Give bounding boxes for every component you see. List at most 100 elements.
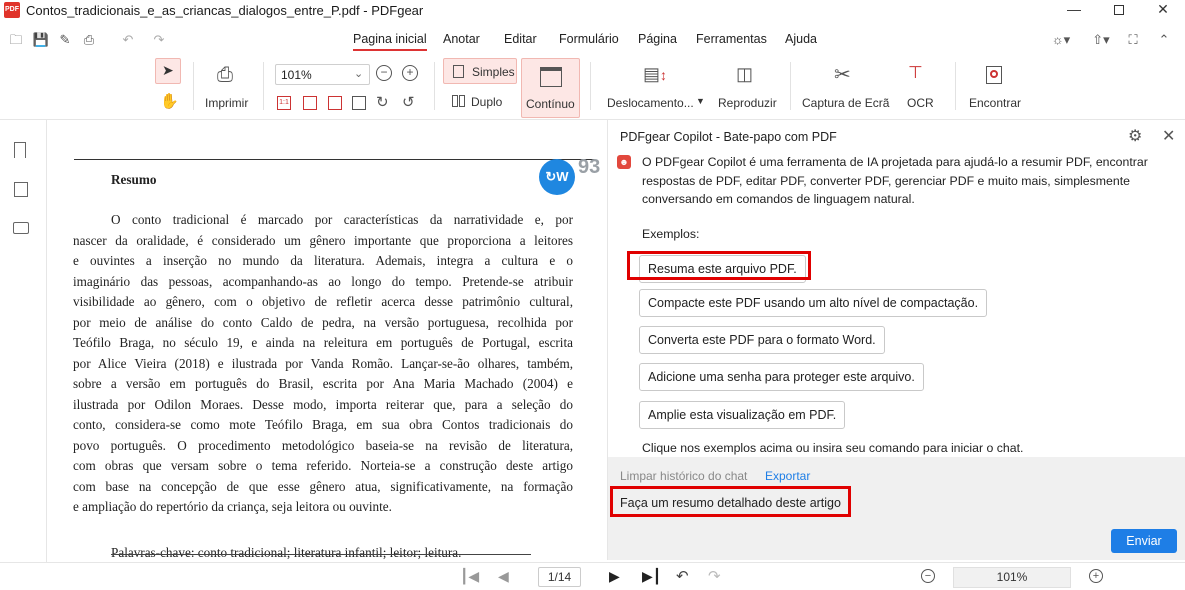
menu-pagina[interactable]: Página [638, 32, 677, 46]
double-page-icon [452, 95, 458, 107]
simple-view-button[interactable]: Simples [443, 58, 517, 84]
page-input[interactable]: 1/14 [538, 567, 581, 587]
menu-pagina-inicial[interactable]: Pagina inicial [353, 32, 427, 51]
close-window-button[interactable]: ✕ [1141, 0, 1185, 20]
capture-label: Captura de Ecrã [802, 96, 890, 110]
select-tool-button[interactable]: ➤ [155, 58, 181, 84]
zoom-value: 101% [281, 68, 312, 82]
doc-line: povo português. O procedimento metodológ… [73, 437, 573, 453]
doc-line: por Alice Vieira (2018) e ilustrada por … [73, 355, 573, 371]
minimize-icon: — [1067, 1, 1081, 17]
toolbar-divider [263, 62, 264, 110]
copilot-settings-icon[interactable]: ⚙ [1128, 126, 1142, 146]
copilot-intro: O PDFgear Copilot é uma ferramenta de IA… [642, 155, 1148, 206]
continuous-page-icon [540, 67, 562, 87]
share-icon[interactable]: ⇧▾ [1089, 32, 1113, 48]
shift-dropdown-button[interactable]: ▤↕ Deslocamento... ▼ [603, 62, 707, 112]
continuous-view-button[interactable]: Contínuo [521, 58, 580, 118]
capture-button[interactable]: ✂ Captura de Ecrã [800, 62, 892, 112]
close-icon: ✕ [1157, 1, 1169, 17]
doc-line: e ouvintes a inserção no mundo da litera… [73, 253, 573, 268]
go-forward-icon[interactable]: ↷ [708, 567, 721, 585]
maximize-icon [1114, 5, 1124, 15]
toolbar-divider [790, 62, 791, 110]
redo-icon[interactable]: ↷ [150, 32, 168, 48]
zoom-select[interactable]: 101% ⌄ [275, 64, 370, 85]
minimize-button[interactable]: — [1052, 0, 1096, 20]
example-button-convert[interactable]: Converta este PDF para o formato Word. [639, 326, 885, 354]
last-page-icon[interactable]: ▶┃ [642, 568, 661, 585]
fit-visible-icon[interactable] [352, 96, 366, 110]
toolbar-divider [590, 62, 591, 110]
doc-line: O conto tradicional é marcado por caract… [111, 212, 573, 227]
double-view-button[interactable]: Duplo [449, 92, 517, 112]
left-sidebar: ⌄ [0, 120, 47, 590]
fit-page-icon[interactable] [303, 96, 317, 110]
doc-line: ilustrada por Odilon Moraes. Desse modo,… [73, 396, 573, 412]
theme-icon[interactable]: ☼▾ [1047, 32, 1075, 48]
window-title: Contos_tradicionais_e_as_criancas_dialog… [26, 3, 424, 18]
menu-editar[interactable]: Editar [504, 32, 537, 46]
doc-line: com obras que versam sobre o tema referi… [73, 458, 573, 473]
previous-page-icon[interactable]: ◀ [498, 568, 509, 585]
highlight-box-input [610, 486, 851, 517]
undo-icon[interactable]: ↶ [119, 32, 137, 48]
example-button-compress[interactable]: Compacte este PDF usando um alto nível d… [639, 289, 988, 317]
clear-history-link[interactable]: Limpar histórico do chat [620, 469, 747, 483]
find-button[interactable]: Encontrar [966, 62, 1026, 112]
cursor-icon: ➤ [162, 62, 174, 78]
actual-size-icon[interactable]: 1:1 [277, 96, 291, 110]
open-icon[interactable]: 🗀 [7, 32, 25, 48]
bookmark-icon[interactable] [14, 142, 26, 158]
double-label: Duplo [471, 95, 503, 109]
maximize-button[interactable] [1097, 0, 1141, 20]
example-button-password[interactable]: Adicione uma senha para proteger este ar… [639, 363, 924, 391]
rotate-right-icon[interactable]: ↻ [376, 93, 389, 111]
status-zoom-in-icon[interactable]: + [1089, 569, 1103, 583]
ocr-button[interactable]: ⊤ OCR [900, 62, 940, 112]
page-top-rule [74, 159, 594, 160]
first-page-icon[interactable]: ┃◀ [460, 568, 479, 585]
ocr-label: OCR [907, 96, 934, 110]
print-button[interactable]: ⎙ Imprimir [203, 62, 253, 112]
document-viewer[interactable]: 93 ↻W Resumo O conto tradicional é marca… [47, 120, 607, 560]
menu-formulario[interactable]: Formulário [559, 32, 619, 46]
send-button[interactable]: Enviar [1111, 529, 1177, 553]
status-zoom-out-icon[interactable]: − [921, 569, 935, 583]
menu-anotar[interactable]: Anotar [443, 32, 480, 46]
save-icon[interactable]: 💾 [32, 32, 50, 48]
doc-line: conto, considera-se como mote Teófilo Br… [73, 417, 573, 432]
rotate-left-icon[interactable]: ↺ [402, 93, 415, 111]
shift-icon: ▤↕ [643, 64, 668, 84]
export-link[interactable]: Exportar [765, 469, 810, 483]
thumbnails-icon[interactable] [14, 182, 28, 197]
print-icon[interactable]: ⎙ [80, 32, 98, 48]
hand-tool-icon[interactable]: ✋ [160, 92, 179, 110]
doc-heading: Resumo [111, 172, 157, 187]
highlight-box-example [627, 251, 811, 280]
copilot-hint: Clique nos exemplos acima ou insira seu … [642, 441, 1024, 455]
chevron-down-icon: ⌄ [354, 68, 364, 80]
page-number-badge: 93 [578, 156, 601, 178]
next-page-icon[interactable]: ▶ [609, 568, 620, 585]
zoom-in-icon[interactable]: + [402, 65, 418, 81]
zoom-out-icon[interactable]: − [376, 65, 392, 81]
fullscreen-icon[interactable]: ⛶ [1124, 32, 1142, 48]
status-zoom-value[interactable]: 101% [953, 567, 1071, 588]
save-as-icon[interactable]: ✎ [56, 32, 74, 48]
collapse-ribbon-icon[interactable]: ⌃ [1155, 32, 1173, 48]
scissors-icon: ✂ [834, 64, 851, 86]
convert-to-word-icon[interactable]: ↻W [539, 159, 575, 195]
play-button[interactable]: ◫ Reproduzir [714, 62, 780, 112]
go-back-icon[interactable]: ↶ [676, 567, 689, 585]
doc-line: Teófilo Braga, no século 19, e ainda na … [73, 335, 573, 350]
copilot-close-icon[interactable]: ✕ [1162, 126, 1175, 146]
menu-row: 🗀 💾 ✎ ⎙ ↶ ↷ Pagina inicial Anotar Editar… [0, 28, 1185, 52]
menu-ferramentas[interactable]: Ferramentas [696, 32, 767, 46]
comments-icon[interactable] [13, 222, 29, 234]
fit-width-icon[interactable] [328, 96, 342, 110]
app-logo: PDF [4, 2, 20, 18]
example-button-zoom[interactable]: Amplie esta visualização em PDF. [639, 401, 846, 429]
menu-ajuda[interactable]: Ajuda [785, 32, 817, 46]
copilot-avatar-icon: ☻ [617, 155, 631, 169]
